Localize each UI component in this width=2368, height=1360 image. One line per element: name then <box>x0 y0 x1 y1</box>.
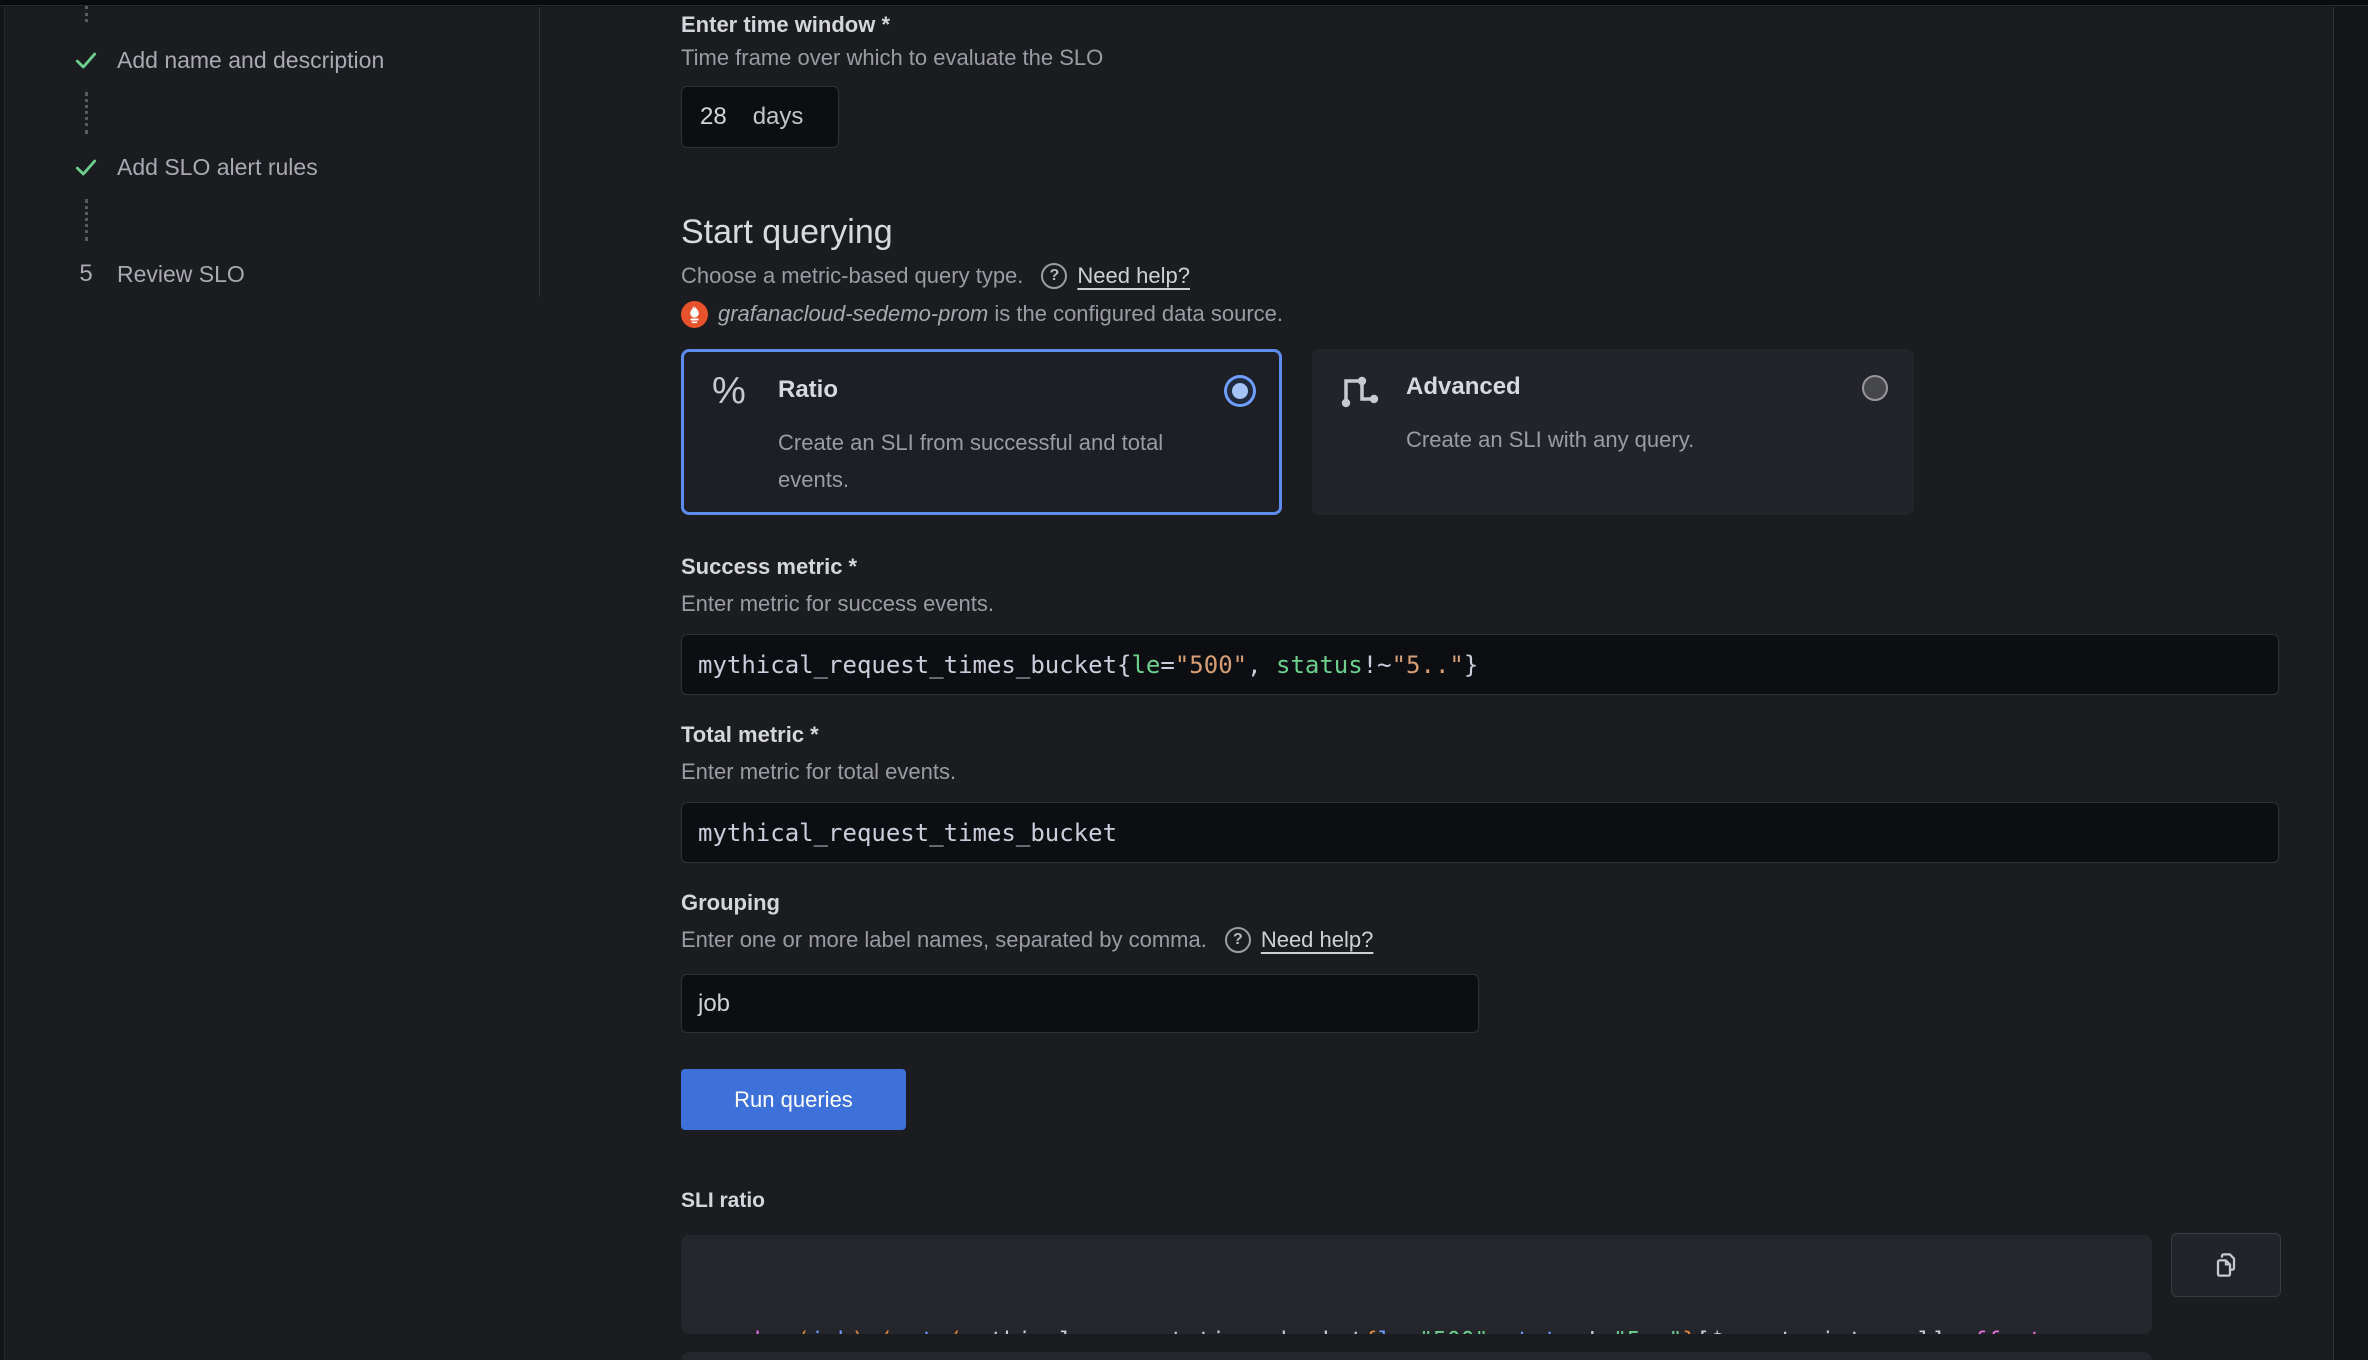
copy-button[interactable] <box>2171 1233 2281 1297</box>
step-label: Add SLO alert rules <box>117 154 318 181</box>
sli-ratio-label: SLI ratio <box>681 1186 765 1216</box>
sli-ratio-code-block: sum by (job) (rate(mythical_request_time… <box>681 1235 2152 1334</box>
time-window-label: Enter time window * <box>681 10 890 40</box>
check-icon <box>73 47 99 73</box>
card-description: Create an SLI with any query. <box>1406 421 1806 458</box>
section-title: Start querying <box>681 213 893 252</box>
total-metric-value: mythical_request_times_bucket <box>698 819 1117 847</box>
card-description: Create an SLI from successful and total … <box>778 424 1178 498</box>
next-code-block-partial <box>681 1352 2152 1360</box>
sidebar-step-review-slo[interactable]: 5 Review SLO <box>73 259 245 289</box>
step-connector <box>85 6 88 22</box>
total-metric-description: Enter metric for total events. <box>681 758 956 786</box>
grouping-input[interactable]: job <box>681 974 1479 1033</box>
radio-unselected-icon[interactable] <box>1862 375 1888 401</box>
prometheus-icon <box>681 301 708 328</box>
question-circle-icon: ? <box>1225 927 1251 953</box>
query-type-subtitle-row: Choose a metric-based query type. ? Need… <box>681 262 1190 290</box>
time-window-value[interactable]: 28 <box>700 103 727 131</box>
step-label: Add name and description <box>117 47 384 74</box>
grouping-description: Enter one or more label names, separated… <box>681 926 1207 954</box>
time-window-unit: days <box>753 103 804 131</box>
time-window-input[interactable]: 28 days <box>681 86 839 148</box>
time-window-description: Time frame over which to evaluate the SL… <box>681 44 1103 72</box>
check-icon <box>73 154 99 180</box>
query-type-subtitle: Choose a metric-based query type. <box>681 262 1023 290</box>
sidebar-step-alert-rules[interactable]: Add SLO alert rules <box>73 152 318 182</box>
card-title: Ratio <box>778 376 838 404</box>
total-metric-label: Total metric * <box>681 720 819 750</box>
sli-ratio-code-line: sum by (job) (rate(mythical_request_time… <box>699 1322 2134 1334</box>
radio-selected-icon[interactable] <box>1227 378 1253 404</box>
success-metric-value: mythical_request_times_bucket{le="500", … <box>698 651 1478 679</box>
grouping-label: Grouping <box>681 888 780 918</box>
datasource-name: grafanacloud-sedemo-prom <box>718 301 988 326</box>
copy-icon <box>2210 1249 2242 1281</box>
datasource-suffix: is the configured data source. <box>988 301 1283 326</box>
success-metric-input[interactable]: mythical_request_times_bucket{le="500", … <box>681 634 2279 695</box>
success-metric-label: Success metric * <box>681 552 857 582</box>
step-connector <box>85 92 88 134</box>
left-gutter <box>0 7 5 1360</box>
question-circle-icon: ? <box>1041 263 1067 289</box>
sidebar-step-name-description[interactable]: Add name and description <box>73 45 384 75</box>
step-label: Review SLO <box>117 261 245 288</box>
query-type-card-advanced[interactable]: Advanced Create an SLI with any query. <box>1312 349 1914 515</box>
grouping-description-row: Enter one or more label names, separated… <box>681 926 1373 954</box>
sidebar-divider <box>539 7 540 297</box>
need-help-link[interactable]: Need help? <box>1077 263 1190 289</box>
top-bar <box>0 0 2368 6</box>
percent-icon: % <box>712 370 746 413</box>
step-chart-icon <box>1338 371 1382 411</box>
run-queries-button[interactable]: Run queries <box>681 1069 906 1130</box>
grouping-value: job <box>698 990 730 1018</box>
step-number: 5 <box>73 260 99 288</box>
need-help-link[interactable]: Need help? <box>1261 927 1374 953</box>
success-metric-description: Enter metric for success events. <box>681 590 994 618</box>
total-metric-input[interactable]: mythical_request_times_bucket <box>681 802 2279 863</box>
card-title: Advanced <box>1406 373 1521 401</box>
query-type-card-ratio[interactable]: % Ratio Create an SLI from successful an… <box>681 349 1282 515</box>
datasource-row: grafanacloud-sedemo-prom is the configur… <box>681 300 1283 328</box>
step-connector <box>85 199 88 241</box>
